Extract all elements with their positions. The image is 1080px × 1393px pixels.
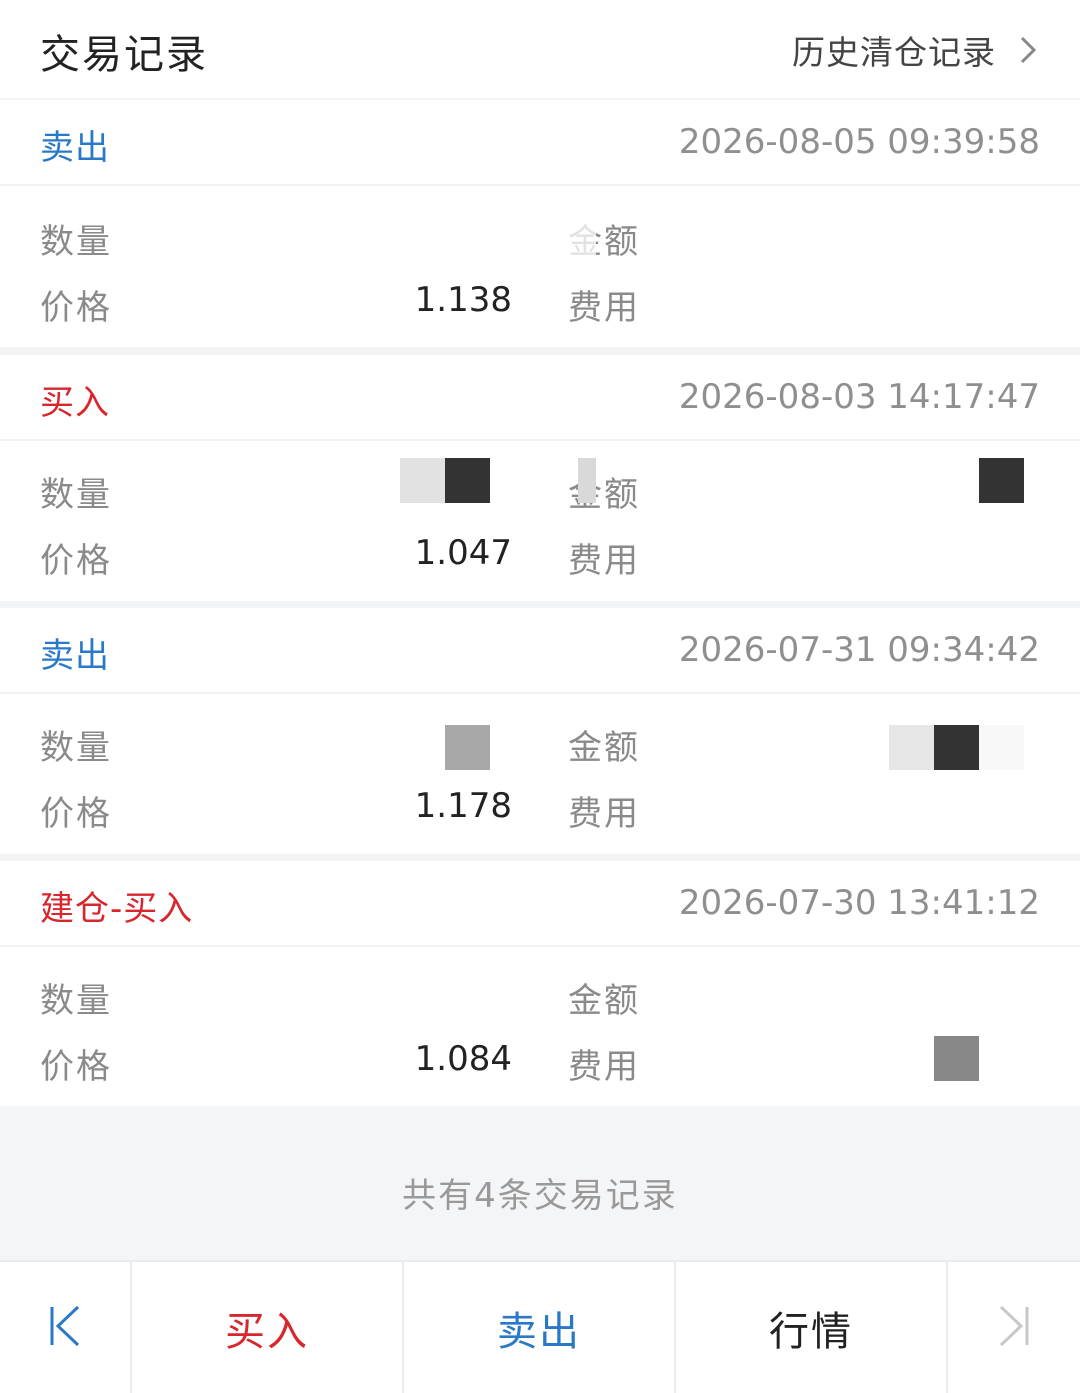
price-value: 1.084 <box>414 1039 512 1079</box>
redaction-mask <box>578 458 596 503</box>
amount-label: 金额 <box>568 981 640 1021</box>
quantity-label: 数量 <box>40 475 112 515</box>
chevron-right-icon <box>1016 35 1040 65</box>
redaction-mask <box>400 458 445 503</box>
record-count-summary: 共有4条交易记录 <box>402 1176 678 1216</box>
record-type: 卖出 <box>40 128 110 168</box>
price-label: 价格 <box>40 541 112 581</box>
record-header: 卖出 2026-08-05 09:39:58 <box>0 100 1080 186</box>
record-header: 买入 2026-08-03 14:17:47 <box>0 355 1080 441</box>
first-page-button[interactable] <box>0 1262 130 1393</box>
fee-label: 费用 <box>568 541 640 581</box>
price-label: 价格 <box>40 288 112 328</box>
redaction-mask <box>934 1036 979 1081</box>
buy-button[interactable]: 买入 <box>132 1262 402 1393</box>
last-page-button[interactable] <box>948 1262 1080 1393</box>
price-value: 1.047 <box>414 533 512 573</box>
redaction-mask <box>566 212 596 256</box>
price-value: 1.178 <box>414 786 512 826</box>
redaction-mask <box>934 725 979 770</box>
redaction-mask <box>445 725 490 770</box>
market-button-label: 行情 <box>769 1308 853 1355</box>
quantity-label: 数量 <box>40 728 112 768</box>
trade-record[interactable]: 卖出 2026-08-05 09:39:58 数量 金额 价格 1.138 费用 <box>0 100 1080 347</box>
sell-button[interactable]: 卖出 <box>404 1262 674 1393</box>
redaction-mask <box>979 725 1024 770</box>
skip-last-icon <box>997 1304 1031 1352</box>
sell-button-label: 卖出 <box>497 1308 581 1355</box>
record-type: 卖出 <box>40 636 110 676</box>
history-link-label: 历史清仓记录 <box>792 33 996 72</box>
buy-button-label: 买入 <box>225 1308 309 1355</box>
bottom-action-bar: 买入 卖出 行情 <box>0 1260 1080 1393</box>
fee-label: 费用 <box>568 794 640 834</box>
quantity-label: 数量 <box>40 981 112 1021</box>
record-type: 建仓-买入 <box>40 889 194 929</box>
record-time: 2026-08-05 09:39:58 <box>678 122 1040 162</box>
record-type: 买入 <box>40 383 110 423</box>
record-header: 卖出 2026-07-31 09:34:42 <box>0 608 1080 694</box>
price-value: 1.138 <box>414 280 512 320</box>
quantity-label: 数量 <box>40 222 112 262</box>
history-clear-records-link[interactable]: 历史清仓记录 <box>792 28 1040 72</box>
redaction-mask <box>445 458 490 503</box>
record-header: 建仓-买入 2026-07-30 13:41:12 <box>0 861 1080 947</box>
record-time: 2026-07-30 13:41:12 <box>678 883 1040 923</box>
trade-record[interactable]: 建仓-买入 2026-07-30 13:41:12 数量 金额 价格 1.084… <box>0 861 1080 1106</box>
price-label: 价格 <box>40 794 112 834</box>
record-time: 2026-07-31 09:34:42 <box>678 630 1040 670</box>
market-button[interactable]: 行情 <box>676 1262 946 1393</box>
trade-record[interactable]: 买入 2026-08-03 14:17:47 数量 金额 价格 1.047 费用 <box>0 355 1080 601</box>
amount-label: 金额 <box>568 728 640 768</box>
fee-label: 费用 <box>568 1047 640 1087</box>
trade-record[interactable]: 卖出 2026-07-31 09:34:42 数量 金额 价格 1.178 费用 <box>0 608 1080 854</box>
fee-label: 费用 <box>568 288 640 328</box>
record-time: 2026-08-03 14:17:47 <box>678 377 1040 417</box>
redaction-mask <box>889 725 934 770</box>
price-label: 价格 <box>40 1047 112 1087</box>
page-title: 交易记录 <box>40 32 208 78</box>
header: 交易记录 历史清仓记录 <box>0 0 1080 98</box>
redaction-mask <box>979 458 1024 503</box>
skip-first-icon <box>48 1304 82 1352</box>
summary-area: 共有4条交易记录 <box>0 1106 1080 1260</box>
section-divider <box>0 347 1080 355</box>
